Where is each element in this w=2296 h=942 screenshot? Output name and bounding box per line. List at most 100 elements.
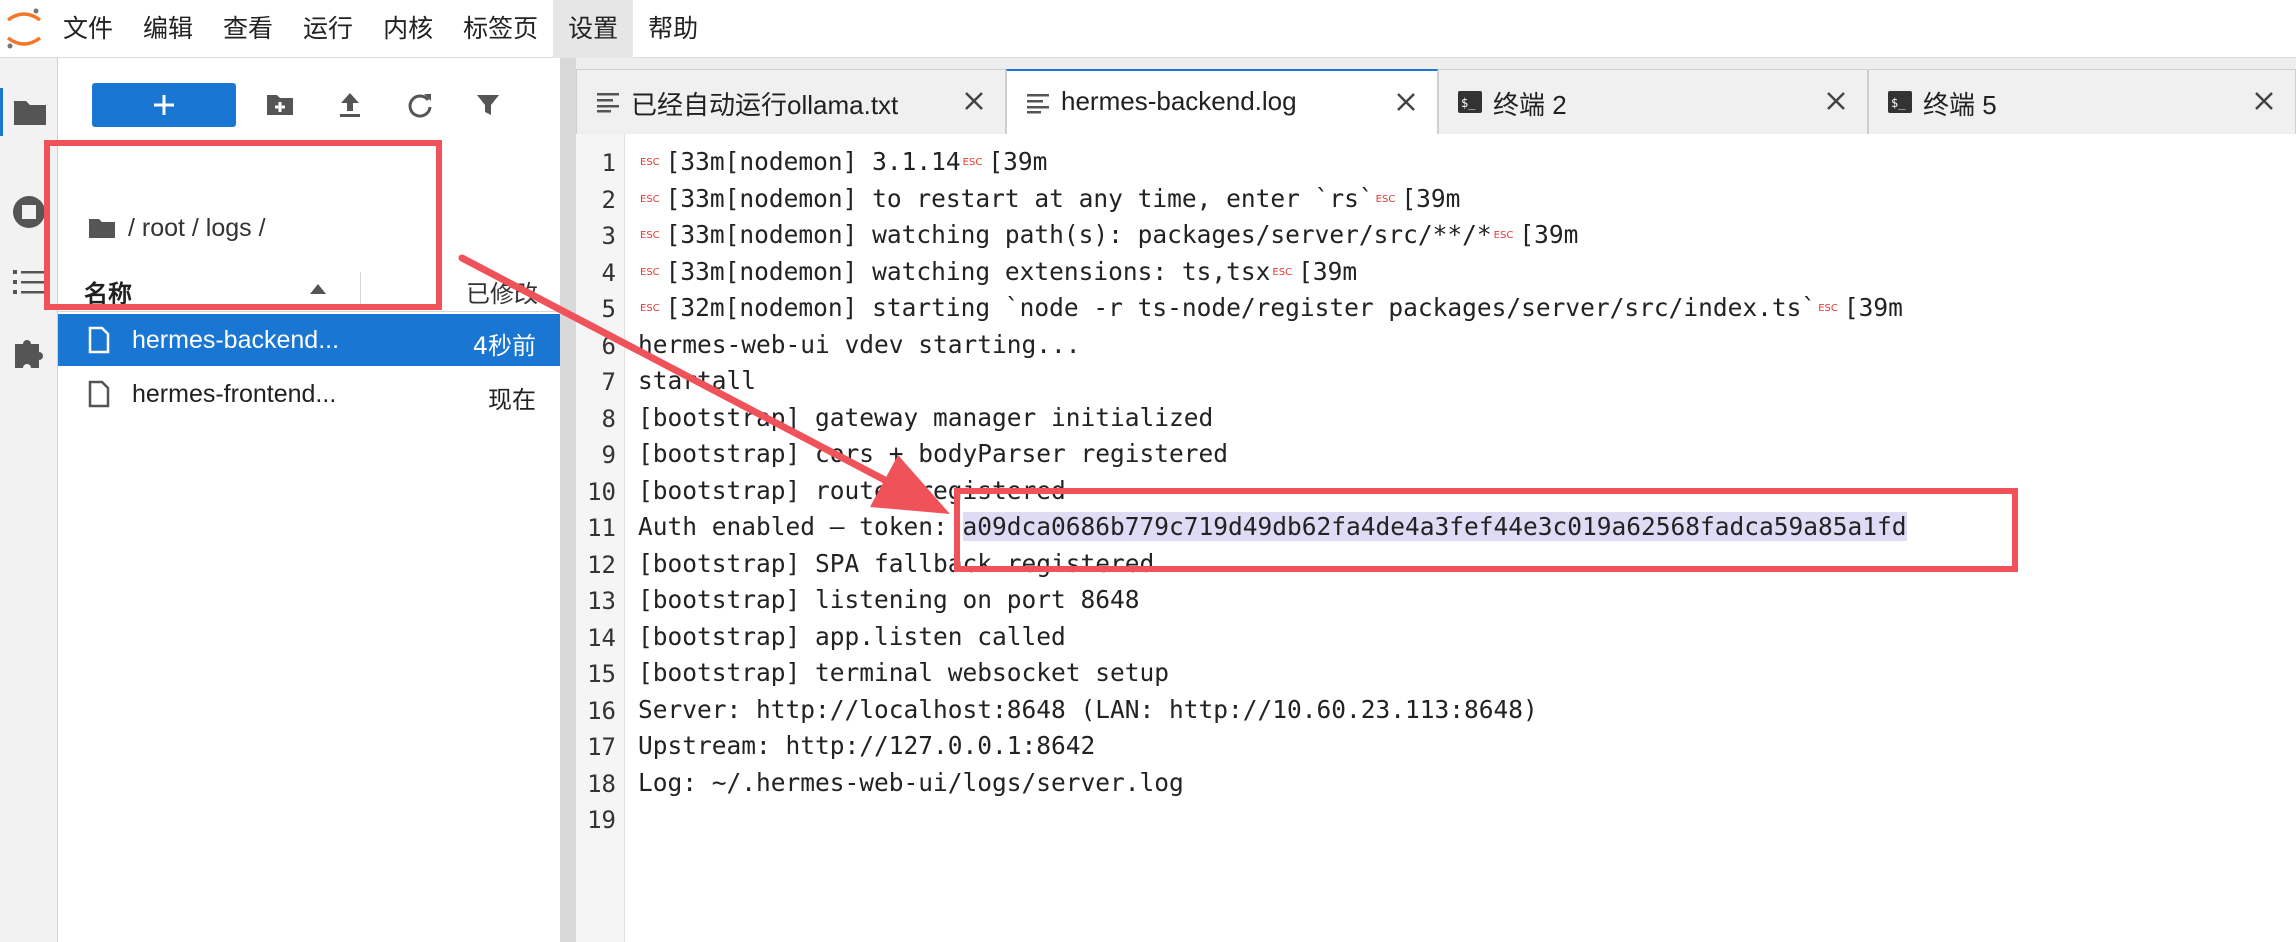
file-row-hermes-backend[interactable]: hermes-backend... 4秒前: [58, 314, 560, 366]
close-icon[interactable]: [1393, 89, 1419, 115]
menu-item[interactable]: 内核: [368, 0, 448, 58]
jupyter-logo-icon: [0, 0, 48, 58]
upload-icon[interactable]: [334, 89, 366, 121]
line-number: 16: [587, 696, 616, 725]
line-number: 6: [601, 331, 616, 360]
code-text: Log: ~/.hermes-web-ui/logs/server.log: [638, 767, 1184, 797]
line-number: 14: [587, 623, 616, 652]
text-file-icon: [597, 93, 619, 113]
escape-char-glyph: ESC: [640, 266, 660, 278]
code-text: [33m[nodemon] 3.1.14: [665, 147, 961, 176]
menu-item[interactable]: 文件: [48, 0, 128, 58]
close-icon[interactable]: [961, 88, 987, 114]
code-line: ESC [33m[nodemon] watching path(s): packa…: [638, 217, 1578, 253]
code-line: ESC [32m[nodemon] starting `node -r ts-no…: [638, 290, 1903, 326]
code-line: [bootstrap] terminal websocket setup: [638, 655, 1169, 691]
code-text: Auth enabled — token:: [638, 512, 963, 541]
tab-label: 终端 5: [1923, 90, 1997, 120]
code-line: [bootstrap] gateway manager initialized: [638, 400, 1213, 436]
panel-splitter[interactable]: [560, 58, 576, 942]
menu-item[interactable]: 帮助: [633, 0, 713, 58]
tab-terminal-2[interactable]: $_ 终端 2: [1438, 69, 1868, 134]
filter-icon[interactable]: [472, 89, 504, 121]
close-icon[interactable]: [2251, 88, 2277, 114]
svg-text:$_: $_: [1461, 96, 1476, 110]
escape-char-glyph: ESC: [1272, 266, 1293, 278]
line-number: 17: [587, 733, 616, 761]
code-line: [bootstrap] app.listen called: [638, 619, 1066, 655]
code-line: Log: ~/.hermes-web-ui/logs/server.log: [638, 765, 1184, 801]
code-text: [bootstrap] app.listen called: [638, 621, 1066, 651]
code-line: ESC [33m[nodemon] watching extensions: ts…: [638, 254, 1357, 290]
tab-ollama-txt[interactable]: 已经自动运行ollama.txt: [576, 69, 1006, 134]
line-number: 2: [601, 185, 616, 214]
code-text: [39m: [1298, 256, 1358, 286]
line-number: 4: [601, 258, 616, 287]
plus-icon: [154, 95, 174, 115]
close-icon[interactable]: [1823, 88, 1849, 114]
code-line: Upstream: http://127.0.0.1:8642: [638, 728, 1095, 764]
code-line: [bootstrap] cors + bodyParser registered: [638, 436, 1228, 472]
new-folder-icon[interactable]: [264, 89, 296, 121]
line-number: 18: [587, 769, 616, 798]
menu-item[interactable]: 标签页: [448, 0, 553, 58]
code-text: [bootstrap] cors + bodyParser registered: [638, 439, 1229, 468]
new-launcher-button[interactable]: [92, 83, 236, 127]
code-line: ESC [33m[nodemon] 3.1.14 ESC [39m: [638, 144, 1047, 180]
menu-item[interactable]: 编辑: [128, 0, 208, 58]
annotation-box-file: [44, 140, 442, 310]
folder-icon[interactable]: [0, 88, 56, 136]
tab-hermes-backend-log[interactable]: hermes-backend.log: [1006, 69, 1438, 135]
escape-char-glyph: ESC: [1375, 193, 1396, 205]
tab-terminal-5[interactable]: $_ 终端 5: [1868, 69, 2296, 134]
line-number: 7: [601, 368, 616, 396]
code-text: [32m[nodemon] starting `node -r ts-node/…: [665, 293, 1817, 322]
tab-label: hermes-backend.log: [1061, 86, 1297, 116]
code-text: [39m: [988, 147, 1048, 176]
code-text: [39m: [1519, 220, 1579, 249]
code-text: [33m[nodemon] watching path(s): packages…: [665, 220, 1492, 249]
line-number: 15: [587, 660, 616, 688]
line-number: 11: [587, 514, 616, 542]
file-icon: [88, 326, 110, 354]
code-text: startall: [638, 366, 757, 395]
code-text: [bootstrap] gateway manager initialized: [638, 402, 1214, 432]
line-number: 10: [587, 477, 616, 506]
terminal-icon: $_: [1888, 91, 1912, 113]
line-number-gutter: 1 2 3 4 5 6 7 8 9 10 11 12 13 14 15 16 17 18 19: [576, 134, 625, 942]
escape-char-glyph: ESC: [1818, 303, 1838, 314]
terminal-icon: $_: [1458, 91, 1482, 113]
line-number: 13: [587, 587, 616, 615]
code-line: Server: http://localhost:8648 (LAN: http…: [638, 692, 1538, 728]
code-text: Server: http://localhost:8648 (LAN: http…: [638, 694, 1538, 724]
column-modified[interactable]: 已修改: [466, 274, 538, 309]
line-number: 3: [601, 222, 616, 250]
code-line: [bootstrap] listening on port 8648: [638, 582, 1140, 618]
code-line: hermes-web-ui vdev starting...: [638, 327, 1081, 363]
escape-char-glyph: ESC: [640, 157, 660, 168]
file-icon: [88, 380, 110, 408]
code-text: [39m: [1843, 293, 1903, 322]
puzzle-icon[interactable]: [5, 328, 53, 376]
refresh-icon[interactable]: [404, 89, 436, 121]
annotation-box-token: [954, 488, 2018, 572]
file-name: hermes-backend...: [132, 326, 340, 354]
code-text: [bootstrap] terminal websocket setup: [638, 658, 1170, 687]
menu-bar: 文件 编辑 查看 运行 内核 标签页 设置 帮助: [0, 0, 2296, 58]
escape-char-glyph: ESC: [640, 230, 660, 241]
line-number: 5: [601, 295, 616, 323]
menu-item[interactable]: 运行: [288, 0, 368, 58]
menu-item[interactable]: 查看: [208, 0, 288, 58]
file-row-hermes-frontend[interactable]: hermes-frontend... 现在: [58, 368, 560, 420]
escape-char-glyph: ESC: [640, 303, 660, 314]
code-text: hermes-web-ui vdev starting...: [638, 329, 1081, 359]
line-number: 9: [601, 441, 616, 469]
file-modified: 4秒前: [472, 332, 536, 360]
menu-item[interactable]: 设置: [553, 0, 634, 58]
escape-char-glyph: ESC: [640, 193, 660, 205]
line-number: 19: [587, 806, 616, 834]
tab-bar: 已经自动运行ollama.txt hermes-backend.log $_ 终…: [576, 58, 2296, 135]
code-text: [33m[nodemon] to restart at any time, en…: [665, 183, 1374, 213]
escape-char-glyph: ESC: [1493, 230, 1514, 241]
tab-label: 已经自动运行ollama.txt: [631, 90, 899, 120]
